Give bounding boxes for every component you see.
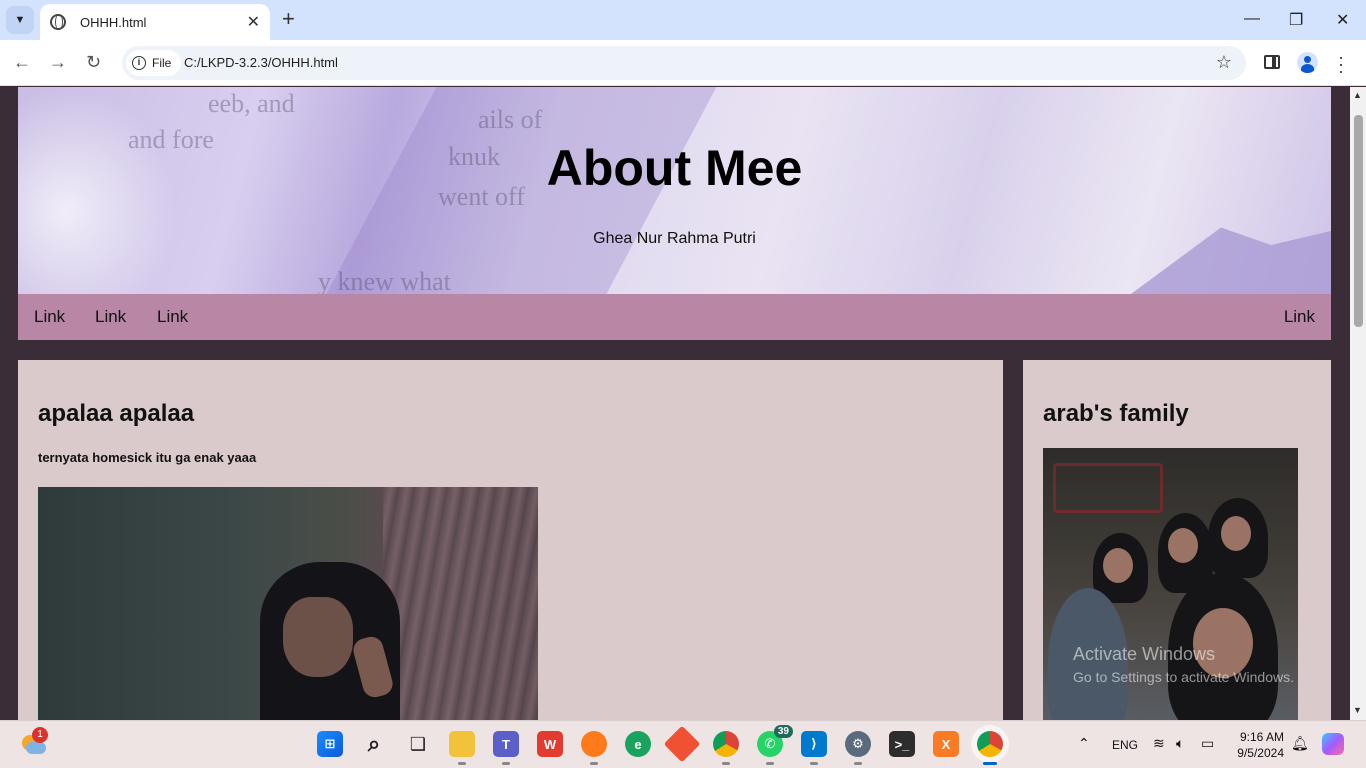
scroll-up-icon[interactable]: ▲ [1353,90,1362,100]
header-bg-text: y knew what [318,267,451,294]
firefox-icon[interactable] [581,731,607,765]
photo-face [1193,608,1253,678]
activate-windows-hint: Go to Settings to activate Windows. [1073,669,1294,685]
clock-time: 9:16 AM [1239,730,1284,744]
vscode-icon[interactable]: ⟩ [801,731,827,765]
url-text[interactable]: C:/LKPD-3.2.3/OHHH.html [184,55,338,70]
nav-link-2[interactable]: Link [95,307,126,327]
settings-gear-icon[interactable]: ⚙ [845,731,871,765]
search-icon[interactable]: ⌕ [361,731,387,757]
scroll-down-icon[interactable]: ▼ [1353,705,1362,715]
header-bg-text: ails of [478,105,543,134]
bookmark-star-icon[interactable]: ☆ [1216,52,1232,73]
nav-link-right[interactable]: Link [1284,307,1315,327]
main-card: apalaa apalaa ternyata homesick itu ga e… [18,360,1003,720]
clock-date: 9/5/2024 [1237,746,1284,760]
main-heading: apalaa apalaa [38,400,195,427]
chevron-down-icon: ▼ [14,14,26,26]
side-heading: arab's family [1043,400,1189,427]
page-subtitle: Ghea Nur Rahma Putri [593,230,756,247]
chip-label: File [152,56,172,70]
window-close-button[interactable]: ✕ [1336,10,1349,30]
profile-avatar-icon[interactable] [1297,52,1318,73]
weather-badge: 1 [32,727,48,743]
main-subheading: ternyata homesick itu ga enak yaaa [38,450,257,465]
globe-icon [50,14,66,30]
new-tab-button[interactable]: + [282,8,295,30]
photo-face [283,597,353,677]
taskbar: 1 ⊞ ⌕ ❏ T W e ✆ 39 ⟩ ⚙ >_ X ⌃ ENG ≋ 🔈︎ ▭ … [0,720,1366,768]
chrome-icon[interactable] [713,731,739,765]
clock[interactable]: 9:16 AM 9/5/2024 [1228,729,1284,761]
kebab-menu-icon[interactable]: · · · [1338,48,1344,80]
side-card: arab's family [1023,360,1331,720]
nav-link-1[interactable]: Link [34,307,65,327]
task-view-icon[interactable]: ❏ [405,731,431,757]
scroll-thumb[interactable] [1354,115,1363,327]
git-icon[interactable] [663,725,701,763]
file-explorer-icon[interactable] [449,731,475,765]
photo-rack [1053,463,1163,513]
header-bg-text: eeb, and [208,89,295,118]
back-arrow-icon[interactable]: ← [13,52,31,73]
windows-start-icon[interactable]: ⊞ [317,731,343,757]
site-info-chip[interactable]: i File [126,50,182,76]
photo-curtain [383,487,538,720]
terminal-icon[interactable]: >_ [889,731,915,757]
main-photo [38,487,538,720]
cloud-icon [26,742,46,754]
photo-face [1168,528,1198,563]
address-bar[interactable]: i File C:/LKPD-3.2.3/OHHH.html ☆ [122,46,1246,80]
whatsapp-badge: 39 [773,725,793,738]
whatsapp-icon[interactable]: ✆ 39 [757,725,793,765]
weather-widget[interactable]: 1 [20,727,48,755]
xampp-icon[interactable]: X [933,731,959,757]
tab-search-button[interactable]: ▼ [6,6,34,34]
edge-icon[interactable]: e [625,731,651,757]
activate-windows-title: Activate Windows [1073,644,1216,664]
page-viewport: eeb, and and fore ails of knuk went off … [0,87,1350,720]
wifi-icon[interactable]: ≋ [1153,735,1165,752]
copilot-icon[interactable] [1322,733,1344,755]
minimize-button[interactable]: — [1244,10,1260,28]
tab-title: OHHH.html [80,14,147,30]
tray-chevron-up-icon[interactable]: ⌃ [1078,735,1090,752]
page-title: About Mee [546,140,803,196]
tab-close-icon[interactable]: ✕ [247,12,260,32]
browser-toolbar: ← → ↻ i File C:/LKPD-3.2.3/OHHH.html ☆ ·… [0,40,1366,86]
info-icon: i [132,56,146,70]
notification-bell-icon[interactable]: 🔔︎ [1291,735,1309,752]
nav-link-3[interactable]: Link [157,307,188,327]
page-scrollbar[interactable]: ▲ ▼ [1350,87,1366,720]
page-header: eeb, and and fore ails of knuk went off … [18,87,1331,294]
reload-icon[interactable]: ↻ [86,52,101,73]
forward-arrow-icon[interactable]: → [49,52,67,73]
restore-button[interactable]: ❐ [1289,10,1303,30]
chrome-active-icon[interactable] [977,731,1003,765]
language-indicator[interactable]: ENG [1112,738,1138,752]
photo-face [1221,516,1251,551]
photo-face [1103,548,1133,583]
browser-tab-bar: ▼ OHHH.html ✕ + — ❐ ✕ [0,0,1366,40]
battery-icon[interactable]: ▭ [1201,735,1214,752]
volume-icon[interactable]: 🔈︎ [1176,735,1184,752]
teams-icon[interactable]: T [493,731,519,765]
browser-tab[interactable]: OHHH.html ✕ [40,4,270,40]
top-nav: Link Link Link Link [18,294,1331,340]
side-panel-icon[interactable] [1264,55,1280,69]
wps-icon[interactable]: W [537,731,563,757]
